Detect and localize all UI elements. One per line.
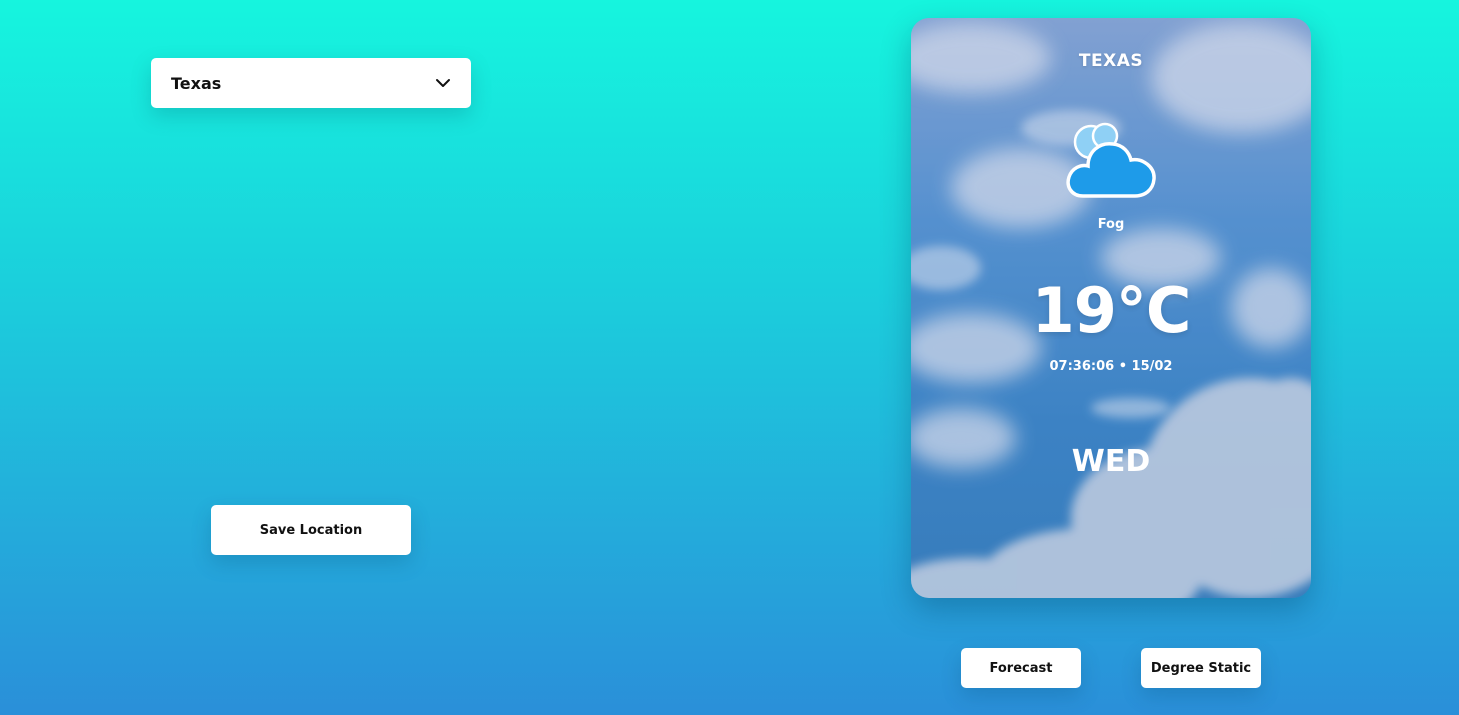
separator-dot: • [1118, 359, 1128, 374]
chevron-down-icon [435, 75, 451, 91]
card-city: TEXAS [1078, 51, 1144, 71]
weather-card: TEXAS Fog 19°C 07:36:06 • 15/02 WED [911, 18, 1311, 598]
location-select[interactable]: Texas [151, 58, 471, 108]
date-text: 15/02 [1131, 359, 1173, 374]
date-time: 07:36:06 • 15/02 [911, 359, 1311, 374]
weather-condition: Fog [1097, 217, 1125, 232]
save-location-button[interactable]: Save Location [211, 505, 411, 555]
weather-card-content: TEXAS Fog 19°C 07:36:06 • 15/02 WED [911, 18, 1311, 598]
degree-static-button[interactable]: Degree Static [1141, 648, 1261, 688]
day-of-week: WED [1071, 444, 1151, 479]
time-text: 07:36:06 [1049, 359, 1115, 374]
cloud-icon [1063, 114, 1159, 204]
temperature: 19°C [1031, 274, 1192, 347]
forecast-button[interactable]: Forecast [961, 648, 1081, 688]
location-select-value: Texas [171, 73, 222, 93]
